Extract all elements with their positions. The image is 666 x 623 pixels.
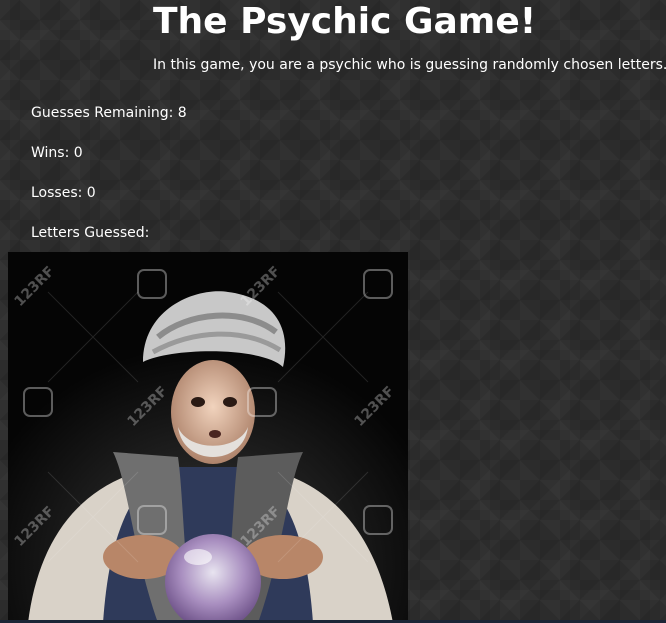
wins-count: Wins: 0 bbox=[31, 145, 83, 161]
letters-guessed: Letters Guessed: bbox=[31, 225, 150, 241]
psychic-image: 123RF 123RF 123RF 123RF 123RF 123RF bbox=[8, 252, 408, 623]
game-description: In this game, you are a psychic who is g… bbox=[153, 57, 666, 73]
page-title: The Psychic Game! bbox=[153, 1, 537, 42]
losses-count: Losses: 0 bbox=[31, 185, 96, 201]
guesses-remaining: Guesses Remaining: 8 bbox=[31, 105, 187, 121]
